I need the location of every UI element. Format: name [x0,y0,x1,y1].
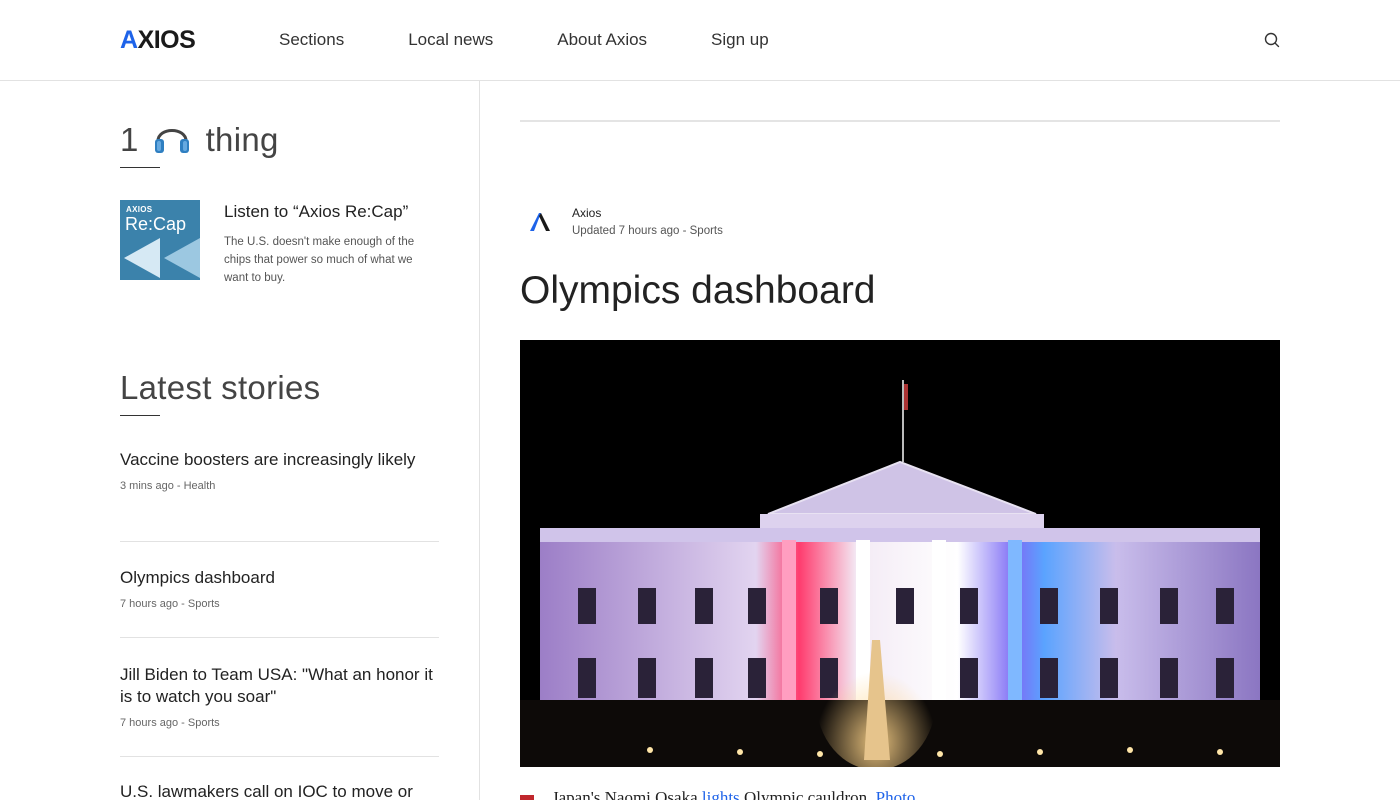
story-meta: 3 mins ago - Health [120,480,216,492]
recap-brand: AXIOS [126,205,153,214]
nav-about-axios[interactable]: About Axios [557,29,647,51]
article-meta: Updated 7 hours ago - Sports [572,225,723,237]
logo-text: AXIOS [120,25,196,54]
story-title[interactable]: Vaccine boosters are increasingly likely [120,449,439,471]
headphones-icon [152,119,192,157]
recap-link[interactable]: Listen to “Axios Re:Cap” [224,201,408,223]
caption-text-2: Olympic cauldron. [739,788,876,800]
site-header: AXIOS Sections Local news About Axios Si… [0,0,1400,81]
story-divider [120,756,439,757]
story-title[interactable]: U.S. lawmakers call on IOC to move or [120,781,439,800]
story-item[interactable]: U.S. lawmakers call on IOC to move or [120,781,439,800]
story-item[interactable]: Olympics dashboard 7 hours ago - Sports [120,567,439,611]
latest-stories-title: Latest stories [120,369,321,406]
story-meta: 7 hours ago - Sports [120,717,220,729]
search-icon[interactable] [1262,30,1282,50]
section-divider [120,167,160,168]
caption-bullet-icon [520,795,534,800]
one-thing-label: thing [205,121,279,158]
story-title[interactable]: Olympics dashboard [120,567,439,589]
story-item[interactable]: Vaccine boosters are increasingly likely… [120,449,439,493]
recap-thumb-title: Re:Cap [125,214,187,234]
main-nav: Sections Local news About Axios Sign up [279,29,833,51]
caption-link[interactable]: lights [702,788,740,800]
top-divider [520,120,1280,122]
one-thing-title: 1 thing [120,119,279,160]
recap-thumbnail[interactable]: AXIOS Re:Cap [120,200,200,280]
photo-credit-link[interactable]: Photo [876,788,916,800]
axios-avatar [520,202,560,242]
sidebar: 1 thing AXIOS Re:Cap Listen to “Axios Re… [0,81,480,800]
nav-sections[interactable]: Sections [279,29,344,51]
image-caption: Japan's Naomi Osaka lights Olympic cauld… [520,788,1280,800]
story-divider [120,541,439,542]
one-thing-number: 1 [120,121,139,158]
story-item[interactable]: Jill Biden to Team USA: "What an honor i… [120,664,439,730]
nav-sign-up[interactable]: Sign up [711,29,769,51]
nav-local-news[interactable]: Local news [408,29,493,51]
caption-text: Japan's Naomi Osaka [552,788,702,800]
section-divider [120,415,160,416]
hero-image [520,340,1280,767]
story-meta: 7 hours ago - Sports [120,598,220,610]
author-name[interactable]: Axios [572,206,601,220]
axios-logo[interactable]: AXIOS [120,25,196,54]
story-title[interactable]: Jill Biden to Team USA: "What an honor i… [120,664,439,708]
article-headline: Olympics dashboard [520,269,876,312]
recap-description: The U.S. doesn't make enough of the chip… [224,236,415,284]
story-divider [120,637,439,638]
